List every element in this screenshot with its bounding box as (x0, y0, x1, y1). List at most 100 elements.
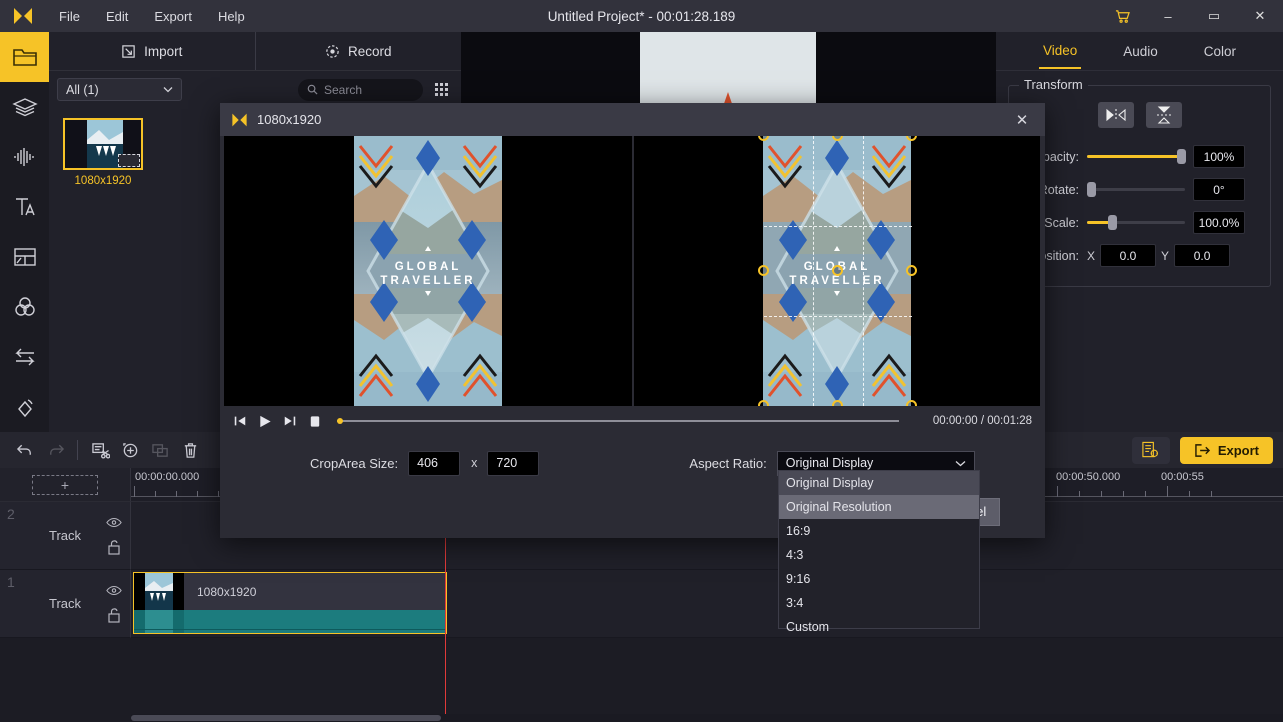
tab-video[interactable]: Video (1038, 33, 1082, 69)
split-button[interactable] (85, 436, 115, 464)
redo-icon (49, 444, 64, 455)
unlock-icon[interactable] (107, 539, 121, 555)
dropdown-option-4-3[interactable]: 4:3 (779, 543, 979, 567)
eye-icon[interactable] (106, 517, 122, 528)
tab-color[interactable]: Color (1200, 34, 1240, 68)
sidebar-item-transitions[interactable] (0, 332, 49, 382)
close-button[interactable]: ✕ (1237, 0, 1283, 32)
source-video-frame (354, 136, 502, 406)
aspect-ratio-value: Original Display (785, 456, 874, 470)
unlock-icon[interactable] (107, 607, 121, 623)
sidebar-item-media-library[interactable] (0, 32, 49, 82)
search-placeholder: Search (324, 82, 363, 97)
crop-height-input[interactable]: 720 (487, 450, 540, 476)
sidebar-item-audio[interactable] (0, 132, 49, 182)
close-icon[interactable]: ✕ (1009, 107, 1035, 133)
redo-button[interactable] (40, 436, 70, 464)
track-header-2[interactable]: 2 Track (0, 502, 131, 570)
minimize-button[interactable]: – (1145, 0, 1191, 32)
aspect-ratio-dropdown[interactable]: Original Display Original Resolution 16:… (778, 470, 980, 634)
progress-thumb[interactable] (337, 418, 343, 424)
dropdown-option-3-4[interactable]: 3:4 (779, 591, 979, 615)
play-icon[interactable] (258, 414, 272, 429)
split-scissors-icon (91, 442, 110, 459)
crop-handle-ml[interactable] (758, 265, 769, 276)
chevron-down-icon (955, 460, 966, 466)
dropdown-option-9-16[interactable]: 9:16 (779, 567, 979, 591)
rotate-row: Rotate: 0° (1019, 173, 1260, 206)
crop-handle-tr[interactable] (906, 136, 917, 141)
project-settings-icon[interactable] (1131, 436, 1170, 464)
rotate-slider[interactable] (1087, 182, 1185, 197)
scale-slider[interactable] (1087, 215, 1185, 230)
timeline-hscrollbar[interactable] (131, 714, 1283, 722)
maximize-button[interactable]: ▭ (1191, 0, 1237, 32)
duplicate-icon (151, 443, 168, 457)
menu-help[interactable]: Help (205, 5, 258, 28)
tab-audio[interactable]: Audio (1119, 34, 1162, 68)
duplicate-button[interactable] (145, 436, 175, 464)
position-row: Position: X 0.0 Y 0.0 (1019, 239, 1260, 272)
properties-tabs: Video Audio Color (996, 32, 1283, 71)
search-input[interactable]: Search (298, 78, 423, 101)
position-x-value[interactable]: 0.0 (1100, 244, 1157, 267)
export-button[interactable]: Export (1179, 436, 1273, 464)
opacity-value[interactable]: 100% (1193, 145, 1245, 168)
dropdown-option-original-display[interactable]: Original Display (779, 471, 979, 495)
timeline-clip[interactable]: 1080x1920 (133, 572, 447, 634)
clip-label: 1080x1920 (197, 584, 257, 599)
trash-icon (184, 442, 196, 458)
delete-button[interactable] (175, 436, 205, 464)
grid-view-icon[interactable] (431, 79, 453, 101)
sidebar-item-filters[interactable] (0, 282, 49, 332)
tab-record[interactable]: Record (254, 32, 462, 70)
crop-handle-mr[interactable] (906, 265, 917, 276)
eye-icon[interactable] (106, 585, 122, 596)
track-header-1[interactable]: 1 Track (0, 570, 131, 638)
opacity-slider[interactable] (1087, 149, 1187, 164)
stop-icon[interactable] (308, 414, 322, 429)
media-item[interactable]: 1080x1920 (63, 118, 143, 187)
sidebar-item-split-screen[interactable] (0, 232, 49, 282)
crop-handle-tl[interactable] (758, 136, 769, 141)
scale-value[interactable]: 100.0% (1193, 211, 1245, 234)
crop-width-input[interactable]: 406 (408, 450, 461, 476)
rotate-value[interactable]: 0° (1193, 178, 1245, 201)
menu-file[interactable]: File (46, 5, 93, 28)
crop-handle-tc[interactable] (832, 136, 843, 141)
position-y-value[interactable]: 0.0 (1174, 244, 1231, 267)
crop-overlay[interactable] (758, 136, 917, 406)
crop-button[interactable] (115, 436, 145, 464)
sidebar-item-effects[interactable] (0, 82, 49, 132)
undo-button[interactable] (10, 436, 40, 464)
ruler-label: 00:00:55 (1161, 471, 1204, 483)
flip-horizontal-icon[interactable] (1097, 102, 1134, 128)
export-label: Export (1217, 442, 1259, 458)
media-filter-select[interactable]: All (1) (57, 78, 182, 101)
sidebar-item-titles[interactable] (0, 182, 49, 232)
media-thumbnail[interactable] (63, 118, 143, 170)
dropdown-option-16-9[interactable]: 16:9 (779, 519, 979, 543)
opacity-row: Opacity: 100% (1019, 140, 1260, 173)
tab-record-label: Record (347, 43, 392, 59)
flip-vertical-icon[interactable] (1145, 102, 1182, 128)
dropdown-option-original-resolution[interactable]: Original Resolution (779, 495, 979, 519)
tab-import[interactable]: Import (49, 32, 255, 70)
next-frame-icon[interactable] (283, 414, 297, 428)
cart-icon[interactable] (1099, 0, 1145, 32)
menu-export[interactable]: Export (141, 5, 205, 28)
flip-buttons (1019, 102, 1260, 128)
dialog-title-bar: 1080x1920 ✕ (220, 103, 1045, 136)
text-icon (15, 198, 35, 216)
toolbar-divider (77, 440, 78, 460)
dialog-progress-slider[interactable] (337, 418, 899, 424)
dropdown-option-custom[interactable]: Custom (779, 615, 979, 639)
add-track-button[interactable]: + (32, 474, 98, 495)
sidebar-item-motion[interactable] (0, 382, 49, 432)
transform-title: Transform (1019, 77, 1088, 92)
crop-handle-mc[interactable] (832, 265, 843, 276)
menu-edit[interactable]: Edit (93, 5, 141, 28)
track-lane-1[interactable]: 1080x1920 (131, 570, 1283, 638)
prev-frame-icon[interactable] (233, 414, 247, 428)
timeline-hscroll-thumb[interactable] (131, 715, 441, 721)
